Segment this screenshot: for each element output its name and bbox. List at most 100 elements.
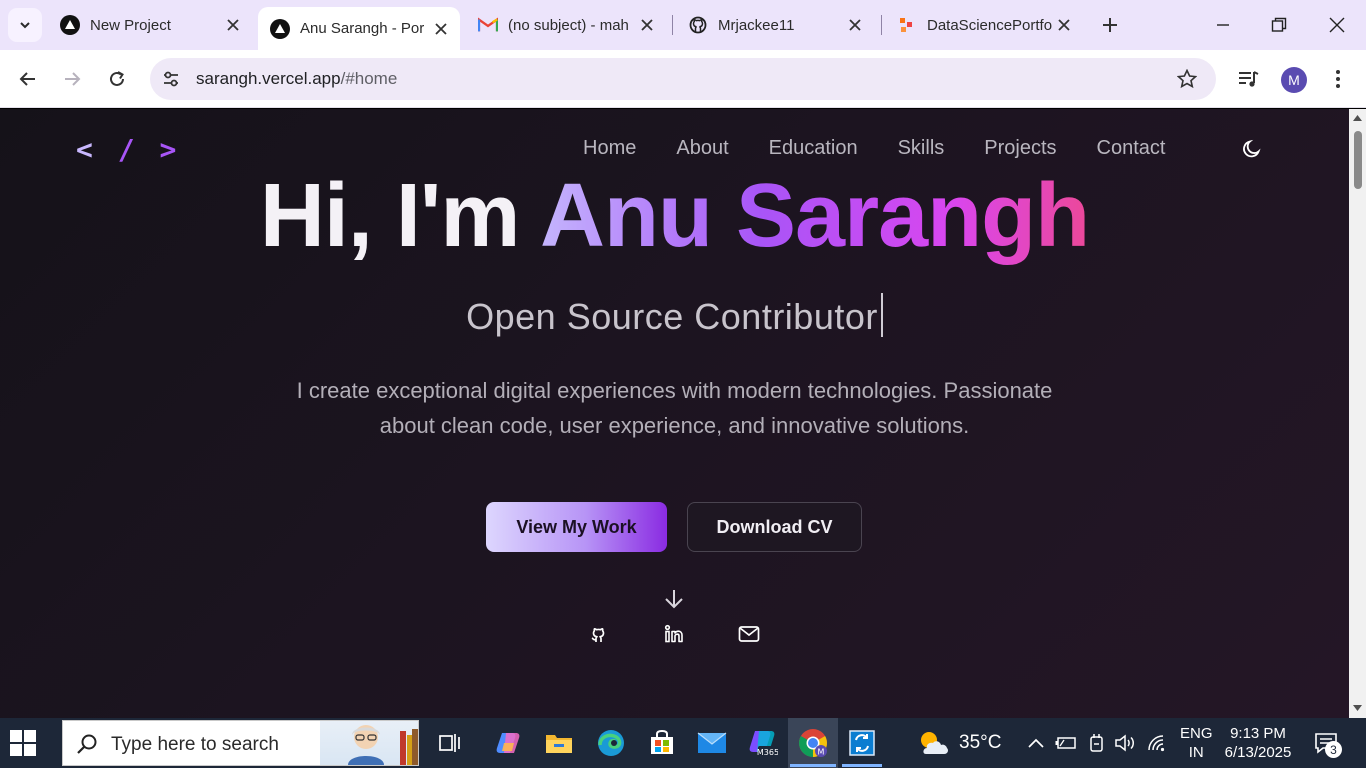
svg-text:M365: M365 xyxy=(757,748,778,757)
url-host: sarangh.vercel.app xyxy=(196,69,341,88)
browser-menu-button[interactable] xyxy=(1323,64,1353,94)
input-language-indicator[interactable]: ENG IN xyxy=(1180,724,1213,762)
hero-role-text: Open Source Contributor xyxy=(466,296,878,337)
theme-toggle-button[interactable] xyxy=(1240,137,1264,161)
file-explorer-icon[interactable] xyxy=(542,726,576,760)
hero-description: I create exceptional digital experiences… xyxy=(0,373,1349,443)
main-nav: Home About Education Skills Projects Con… xyxy=(583,137,1165,160)
search-icon xyxy=(75,732,99,756)
tab-title: (no subject) - mah xyxy=(508,16,629,34)
close-icon[interactable] xyxy=(846,16,864,34)
remote-sync-app-icon[interactable] xyxy=(845,726,879,760)
microsoft-store-icon[interactable] xyxy=(645,726,679,760)
edge-browser-icon[interactable] xyxy=(594,726,628,760)
windows-taskbar: Type here to search M365 M 35°C ENG IN 9… xyxy=(0,718,1366,768)
slides-icon xyxy=(897,15,917,35)
tab-datascience-portfolio[interactable]: DataSciencePortfo xyxy=(885,7,1083,43)
nav-projects[interactable]: Projects xyxy=(984,137,1056,160)
clock-time: 9:13 PM xyxy=(1230,725,1286,742)
close-icon[interactable] xyxy=(432,20,450,38)
svg-text:M: M xyxy=(818,748,825,757)
page-scrollbar[interactable] xyxy=(1349,109,1366,718)
tab-github[interactable]: Mrjackee11 xyxy=(676,7,874,43)
gmail-icon xyxy=(478,15,498,35)
typing-cursor xyxy=(880,293,883,337)
meet-now-icon[interactable] xyxy=(1086,732,1108,754)
hero-greeting: Hi, I'm xyxy=(259,166,541,266)
nav-contact[interactable]: Contact xyxy=(1097,137,1166,160)
scroll-down-icon[interactable] xyxy=(1353,703,1362,712)
plus-icon xyxy=(1103,18,1117,32)
taskbar-search[interactable]: Type here to search xyxy=(62,720,419,766)
search-highlight-illustration xyxy=(320,721,418,765)
arrow-down-icon[interactable] xyxy=(662,587,686,611)
browser-tab-bar: New Project Anu Sarangh - Por (no subjec… xyxy=(0,0,1366,50)
view-my-work-button[interactable]: View My Work xyxy=(486,502,667,552)
back-button[interactable] xyxy=(13,64,43,94)
bookmark-star-icon[interactable] xyxy=(1176,68,1198,90)
nav-about[interactable]: About xyxy=(676,137,728,160)
close-icon[interactable] xyxy=(638,16,656,34)
url-text[interactable]: sarangh.vercel.app/#home xyxy=(196,69,397,89)
tab-title: Mrjackee11 xyxy=(718,16,795,34)
mail-app-icon[interactable] xyxy=(695,726,729,760)
task-view-icon[interactable] xyxy=(433,726,467,760)
close-window-button[interactable] xyxy=(1322,10,1352,40)
microsoft-365-icon[interactable]: M365 xyxy=(745,726,779,760)
restore-button[interactable] xyxy=(1264,10,1294,40)
tab-separator xyxy=(672,15,673,35)
chrome-icon[interactable]: M xyxy=(796,726,830,760)
chevron-up-icon[interactable] xyxy=(1025,732,1047,754)
nav-home[interactable]: Home xyxy=(583,137,636,160)
lang-line2: IN xyxy=(1188,744,1204,761)
windows-start-button[interactable] xyxy=(10,730,38,756)
moon-icon xyxy=(1243,140,1260,158)
github-icon[interactable] xyxy=(588,623,610,645)
mail-icon[interactable] xyxy=(738,623,760,645)
address-bar[interactable]: sarangh.vercel.app/#home xyxy=(150,58,1216,100)
taskbar-clock[interactable]: 9:13 PM 6/13/2025 xyxy=(1222,724,1294,762)
reload-button[interactable] xyxy=(102,64,132,94)
new-tab-button[interactable] xyxy=(1096,11,1124,39)
wifi-icon[interactable] xyxy=(1146,732,1168,754)
start-logo-pane xyxy=(24,730,36,742)
vercel-triangle-icon xyxy=(270,18,290,39)
weather-temperature[interactable]: 35°C xyxy=(959,732,1001,754)
close-icon[interactable] xyxy=(224,16,242,34)
close-icon[interactable] xyxy=(1055,16,1073,34)
app-running-indicator xyxy=(842,764,882,767)
tab-gmail[interactable]: (no subject) - mah xyxy=(466,7,666,43)
forward-button[interactable] xyxy=(57,64,87,94)
site-logo[interactable]: < / > xyxy=(76,133,180,166)
search-placeholder: Type here to search xyxy=(111,734,279,755)
nav-education[interactable]: Education xyxy=(769,137,858,160)
profile-avatar[interactable]: M xyxy=(1281,67,1307,93)
tab-search-button[interactable] xyxy=(8,8,42,42)
site-info-icon[interactable] xyxy=(160,68,182,90)
scrollbar-thumb[interactable] xyxy=(1354,131,1362,189)
volume-icon[interactable] xyxy=(1115,732,1137,754)
github-icon xyxy=(688,15,708,35)
linkedin-icon[interactable] xyxy=(663,623,685,645)
tab-anu-sarangh[interactable]: Anu Sarangh - Por xyxy=(258,7,460,50)
tab-new-project[interactable]: New Project xyxy=(48,7,252,43)
minimize-button[interactable] xyxy=(1208,10,1238,40)
download-cv-button[interactable]: Download CV xyxy=(687,502,862,552)
vercel-triangle-icon xyxy=(60,15,80,35)
tab-title: Anu Sarangh - Por xyxy=(300,20,425,37)
restore-icon xyxy=(1271,17,1287,32)
notification-count-badge: 3 xyxy=(1325,741,1342,758)
hero-name: Anu Sarangh xyxy=(540,166,1090,266)
nav-skills[interactable]: Skills xyxy=(898,137,945,160)
weather-icon[interactable] xyxy=(916,726,950,760)
more-vertical-icon xyxy=(1336,70,1340,88)
hero-description-line1: I create exceptional digital experiences… xyxy=(296,378,1053,403)
copilot-icon[interactable] xyxy=(491,726,525,760)
close-icon xyxy=(1329,17,1345,33)
logo-open: < xyxy=(76,133,97,166)
battery-icon[interactable] xyxy=(1055,732,1077,754)
hero-title: Hi, I'm Anu Sarangh xyxy=(0,165,1349,268)
url-path: /#home xyxy=(340,69,398,88)
scroll-up-icon[interactable] xyxy=(1353,113,1362,122)
media-controls-button[interactable] xyxy=(1234,64,1264,94)
